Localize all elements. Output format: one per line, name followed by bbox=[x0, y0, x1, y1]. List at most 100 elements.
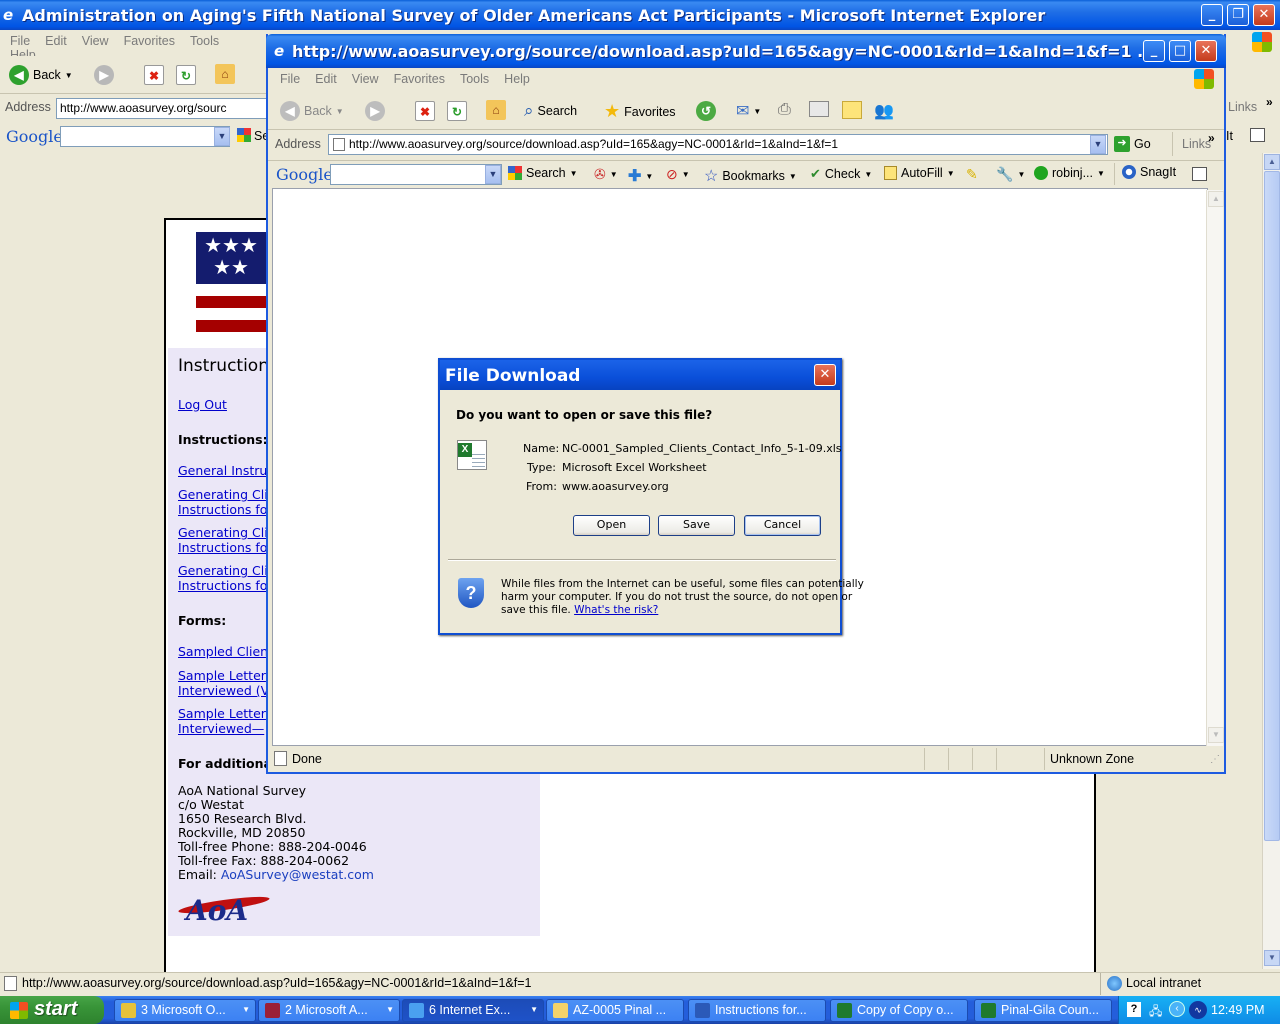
gtb-settings-button[interactable]: 🔧 ▼ bbox=[996, 166, 1025, 183]
dialog-close-button[interactable]: ✕ bbox=[814, 364, 836, 386]
menu-help[interactable]: Help bbox=[504, 72, 530, 86]
minimize-button[interactable]: _ bbox=[1201, 4, 1223, 26]
start-button[interactable]: start bbox=[0, 996, 104, 1024]
restore-button[interactable]: ❐ bbox=[1227, 4, 1249, 26]
instruction-link-1[interactable]: Generating Cli Instructions fo bbox=[178, 487, 268, 517]
fg-vertical-scrollbar[interactable]: ▲ ▼ bbox=[1206, 190, 1224, 746]
chevron-down-icon[interactable]: ▼ bbox=[485, 165, 501, 184]
fg-search-button[interactable]: ⌕ Search bbox=[524, 101, 577, 121]
gtb-search-button[interactable]: Search ▼ bbox=[508, 166, 578, 180]
close-button[interactable]: ✕ bbox=[1253, 4, 1275, 26]
menu-tools[interactable]: Tools bbox=[190, 34, 219, 48]
bg-stop-button[interactable]: ✖ bbox=[144, 65, 164, 85]
menu-file[interactable]: File bbox=[280, 72, 300, 86]
fg-title-bar: e http://www.aoasurvey.org/source/downlo… bbox=[266, 34, 1226, 68]
fg-google-search-input[interactable] bbox=[330, 164, 502, 185]
menu-view[interactable]: View bbox=[352, 72, 379, 86]
form-link-sample-letter-1[interactable]: Sample Letter Interviewed (V bbox=[178, 668, 269, 698]
snagit-button[interactable]: SnagIt bbox=[1122, 165, 1176, 179]
taskbar-item-excel-pinal[interactable]: Pinal-Gila Coun... bbox=[974, 999, 1112, 1022]
open-button[interactable]: Open bbox=[573, 515, 650, 536]
taskbar-item-access[interactable]: 2 Microsoft A... ▼ bbox=[258, 999, 400, 1022]
fg-print-button[interactable]: ⎙ bbox=[778, 101, 791, 119]
chevron-down-icon[interactable]: ▼ bbox=[1090, 135, 1106, 154]
fg-favorites-button[interactable]: ★ Favorites bbox=[604, 101, 676, 122]
menu-view[interactable]: View bbox=[82, 34, 109, 48]
minimize-button[interactable]: _ bbox=[1143, 40, 1165, 62]
snagit-capture-icon[interactable] bbox=[1192, 167, 1207, 181]
fg-history-button[interactable]: ↺ bbox=[696, 101, 716, 121]
clock[interactable]: 12:49 PM bbox=[1211, 1003, 1265, 1017]
resize-grip-icon[interactable]: ⋰ bbox=[1210, 754, 1220, 765]
fg-links-label[interactable]: Links bbox=[1182, 137, 1211, 151]
gtb-plus-button[interactable]: ✚ ▼ bbox=[628, 166, 653, 186]
chevron-down-icon[interactable]: ▼ bbox=[214, 127, 230, 146]
gtb-news-button[interactable]: ✇ ▼ bbox=[594, 166, 618, 183]
menu-file[interactable]: File bbox=[10, 34, 30, 48]
fg-address-input[interactable]: http://www.aoasurvey.org/source/download… bbox=[328, 134, 1108, 155]
fg-home-button[interactable]: ⌂ bbox=[486, 100, 506, 120]
save-button[interactable]: Save bbox=[658, 515, 735, 536]
fg-edit-button[interactable] bbox=[809, 101, 829, 117]
network-icon[interactable]: 🖧 bbox=[1149, 1002, 1162, 1023]
taskbar-item-word[interactable]: Instructions for... bbox=[688, 999, 826, 1022]
logout-link[interactable]: Log Out bbox=[178, 397, 227, 412]
start-label: start bbox=[34, 998, 78, 1020]
bg-refresh-button[interactable]: ↻ bbox=[176, 65, 196, 85]
close-button[interactable]: ✕ bbox=[1195, 40, 1217, 62]
email-link[interactable]: AoASurvey@westat.com bbox=[221, 867, 374, 882]
bg-forward-button[interactable]: ▶ bbox=[94, 65, 114, 85]
scroll-up-arrow-icon[interactable]: ▲ bbox=[1264, 154, 1280, 170]
taskbar-item-excel-copy[interactable]: Copy of Copy o... bbox=[830, 999, 968, 1022]
bg-google-search-input[interactable] bbox=[60, 126, 230, 147]
menu-favorites[interactable]: Favorites bbox=[124, 34, 175, 48]
volume-meter-icon[interactable]: ∿ bbox=[1189, 1001, 1207, 1019]
google-search-icon[interactable] bbox=[237, 128, 251, 142]
instruction-link-2[interactable]: Generating Cli Instructions fo bbox=[178, 525, 268, 555]
bg-home-button[interactable]: ⌂ bbox=[215, 64, 235, 84]
gtb-autofill-button[interactable]: AutoFill ▼ bbox=[884, 166, 955, 180]
scroll-down-arrow-icon[interactable]: ▼ bbox=[1264, 950, 1280, 966]
fg-messenger-button[interactable]: 👥 bbox=[874, 101, 894, 121]
taskbar-item-internet-explorer[interactable]: 6 Internet Ex... ▼ bbox=[402, 999, 544, 1022]
menu-edit[interactable]: Edit bbox=[315, 72, 337, 86]
fg-mail-button[interactable]: ✉ ▼ bbox=[736, 101, 761, 121]
help-icon[interactable]: ? bbox=[1127, 1002, 1141, 1017]
bg-address-input[interactable]: http://www.aoasurvey.org/sourc bbox=[56, 98, 270, 119]
taskbar-item-folder[interactable]: AZ-0005 Pinal ... bbox=[546, 999, 684, 1022]
gtb-bookmarks-button[interactable]: ☆ Bookmarks ▼ bbox=[704, 166, 797, 186]
gtb-account-button[interactable]: robinj... ▼ bbox=[1034, 166, 1105, 180]
menu-favorites[interactable]: Favorites bbox=[394, 72, 445, 86]
taskbar-item-outlook[interactable]: 3 Microsoft O... ▼ bbox=[114, 999, 256, 1022]
gtb-highlight-button[interactable]: ✎ bbox=[966, 166, 978, 183]
fg-stop-button[interactable]: ✖ bbox=[415, 101, 435, 121]
instruction-link-general[interactable]: General Instru bbox=[178, 463, 267, 478]
scroll-up-arrow-icon[interactable]: ▲ bbox=[1208, 191, 1224, 207]
go-button[interactable]: ➜ Go bbox=[1114, 136, 1151, 152]
bg-vertical-scrollbar[interactable]: ▲ ▼ bbox=[1262, 153, 1280, 969]
fg-forward-button[interactable]: ▶ bbox=[365, 101, 385, 121]
gtb-popup-blocker-button[interactable]: ⊘ ▼ bbox=[666, 166, 690, 183]
tray-expand-icon[interactable]: ‹ bbox=[1169, 1001, 1185, 1017]
task-label: 3 Microsoft O... bbox=[141, 1003, 226, 1017]
bg-snagit-label[interactable]: It bbox=[1226, 129, 1233, 143]
menu-edit[interactable]: Edit bbox=[45, 34, 67, 48]
instruction-link-3[interactable]: Generating Cli Instructions fo bbox=[178, 563, 268, 593]
fg-refresh-button[interactable]: ↻ bbox=[447, 101, 467, 121]
form-link-sampled-clients[interactable]: Sampled Client bbox=[178, 644, 273, 659]
whats-the-risk-link[interactable]: What's the risk? bbox=[574, 604, 658, 616]
scroll-down-arrow-icon[interactable]: ▼ bbox=[1208, 727, 1224, 743]
maximize-button[interactable]: □ bbox=[1169, 40, 1191, 62]
cancel-button[interactable]: Cancel bbox=[744, 515, 821, 536]
fg-discuss-button[interactable] bbox=[842, 101, 862, 119]
bg-scroll-thumb[interactable] bbox=[1264, 171, 1280, 841]
fg-back-button[interactable]: ◀ Back ▼ bbox=[280, 101, 344, 121]
snagit-capture-icon[interactable] bbox=[1250, 128, 1265, 142]
chevron-right-icon[interactable]: » bbox=[1208, 131, 1215, 145]
menu-tools[interactable]: Tools bbox=[460, 72, 489, 86]
gtb-spellcheck-button[interactable]: ✔ Check ▼ bbox=[810, 166, 872, 182]
bg-back-button[interactable]: ◀ Back ▼ bbox=[9, 65, 73, 85]
form-link-sample-letter-2[interactable]: Sample Letter Interviewed— bbox=[178, 706, 266, 736]
bg-links-label[interactable]: Links bbox=[1228, 100, 1257, 114]
chevron-right-icon[interactable]: » bbox=[1266, 95, 1273, 109]
